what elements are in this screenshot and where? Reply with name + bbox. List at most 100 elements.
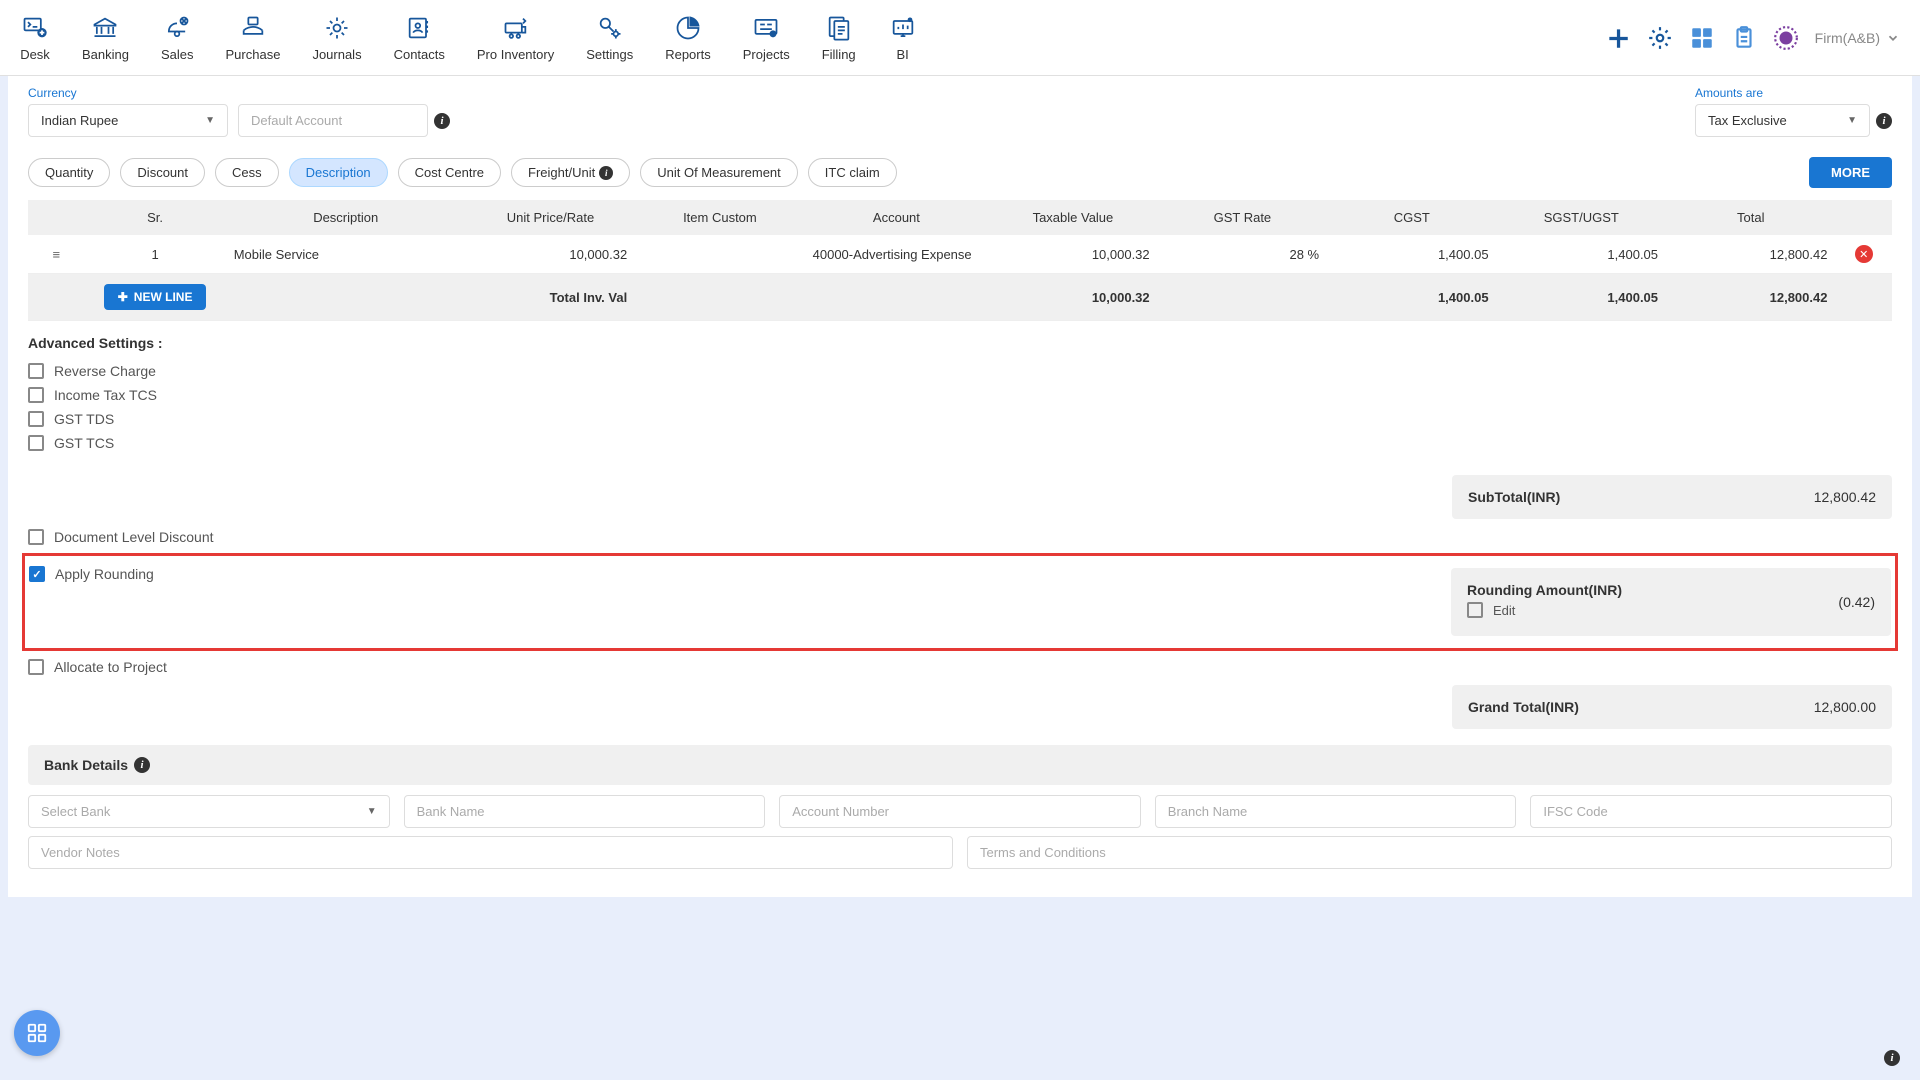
account-number-input[interactable]: Account Number <box>779 795 1141 828</box>
firm-selector[interactable]: Firm(A&B) <box>1815 30 1900 46</box>
info-icon[interactable]: i <box>134 757 150 773</box>
apps-float-button[interactable] <box>14 1010 60 1056</box>
check-doc-discount[interactable]: Document Level Discount <box>28 525 1892 549</box>
check-gst-tcs[interactable]: GST TCS <box>28 431 1892 455</box>
nav-label: Reports <box>665 47 711 62</box>
check-reverse-charge[interactable]: Reverse Charge <box>28 359 1892 383</box>
chip-uom[interactable]: Unit Of Measurement <box>640 158 798 187</box>
new-badge-icon[interactable] <box>1773 25 1799 51</box>
grand-total-label: Grand Total(INR) <box>1468 699 1579 715</box>
gear-icon[interactable] <box>1647 25 1673 51</box>
check-apply-rounding[interactable]: Apply Rounding <box>29 562 1431 586</box>
chip-itc[interactable]: ITC claim <box>808 158 897 187</box>
rounding-label: Rounding Amount(INR) <box>1467 582 1622 598</box>
cell-total[interactable]: 12,800.42 <box>1666 235 1835 274</box>
subtotal-label: SubTotal(INR) <box>1468 489 1560 505</box>
branch-name-input[interactable]: Branch Name <box>1155 795 1517 828</box>
th-item: Item Custom <box>635 200 804 235</box>
cell-unit[interactable]: 10,000.32 <box>466 235 635 274</box>
check-edit-rounding[interactable]: Edit <box>1467 598 1622 622</box>
nav-label: Pro Inventory <box>477 47 554 62</box>
vendor-notes-input[interactable]: Vendor Notes <box>28 836 953 869</box>
chip-quantity[interactable]: Quantity <box>28 158 110 187</box>
nav-label: Purchase <box>226 47 281 62</box>
contacts-icon <box>404 13 434 43</box>
cell-sgst[interactable]: 1,400.05 <box>1497 235 1666 274</box>
grand-total-value: 12,800.00 <box>1814 699 1876 715</box>
info-icon[interactable]: i <box>434 113 450 129</box>
nav-items: Desk Banking Sales Purchase Journals Con… <box>20 13 1605 62</box>
check-label: Income Tax TCS <box>54 387 157 403</box>
chips-row: Quantity Discount Cess Description Cost … <box>28 145 1892 200</box>
chevron-down-icon: ▼ <box>205 115 215 126</box>
th-unit: Unit Price/Rate <box>466 200 635 235</box>
nav-journals[interactable]: Journals <box>312 13 361 62</box>
check-allocate-project[interactable]: Allocate to Project <box>28 655 1892 679</box>
checkbox-icon <box>28 363 44 379</box>
amounts-select[interactable]: Tax Exclusive ▼ <box>1695 104 1870 137</box>
nav-bi[interactable]: BI <box>888 13 918 62</box>
nav-reports[interactable]: Reports <box>665 13 711 62</box>
select-bank[interactable]: Select Bank ▼ <box>28 795 390 828</box>
currency-value: Indian Rupee <box>41 113 118 128</box>
cell-sr[interactable]: 1 <box>84 235 225 274</box>
nav-label: Contacts <box>394 47 445 62</box>
th-sgst: SGST/UGST <box>1497 200 1666 235</box>
projects-icon <box>751 13 781 43</box>
select-bank-label: Select Bank <box>41 804 110 819</box>
currency-select[interactable]: Indian Rupee ▼ <box>28 104 228 137</box>
totals-total: 12,800.42 <box>1666 274 1835 321</box>
bank-name-input[interactable]: Bank Name <box>404 795 766 828</box>
nav-inventory[interactable]: Pro Inventory <box>477 13 554 62</box>
nav-projects[interactable]: Projects <box>743 13 790 62</box>
nav-sales[interactable]: Sales <box>161 13 194 62</box>
add-icon[interactable] <box>1605 25 1631 51</box>
terms-input[interactable]: Terms and Conditions <box>967 836 1892 869</box>
cell-account[interactable]: 40000-Advertising Expense <box>805 235 989 274</box>
info-icon[interactable]: i <box>1884 1050 1900 1066</box>
chip-freight[interactable]: Freight/Unit i <box>511 158 630 187</box>
calc-icon[interactable] <box>1689 25 1715 51</box>
chip-description[interactable]: Description <box>289 158 388 187</box>
nav-purchase[interactable]: Purchase <box>226 13 281 62</box>
default-account-input[interactable]: Default Account <box>238 104 428 137</box>
reports-icon <box>673 13 703 43</box>
cell-item[interactable] <box>635 235 804 274</box>
check-gst-tds[interactable]: GST TDS <box>28 407 1892 431</box>
chevron-down-icon: ▼ <box>367 806 377 817</box>
th-cgst: CGST <box>1327 200 1496 235</box>
check-income-tcs[interactable]: Income Tax TCS <box>28 383 1892 407</box>
nav-settings[interactable]: Settings <box>586 13 633 62</box>
cell-cgst[interactable]: 1,400.05 <box>1327 235 1496 274</box>
chip-cost-centre[interactable]: Cost Centre <box>398 158 501 187</box>
new-line-button[interactable]: ✚NEW LINE <box>104 284 207 310</box>
currency-label: Currency <box>28 86 228 100</box>
cell-taxable[interactable]: 10,000.32 <box>988 235 1157 274</box>
cell-desc[interactable]: Mobile Service <box>226 235 466 274</box>
bank-header-label: Bank Details <box>44 757 128 773</box>
remove-row-button[interactable]: ✕ <box>1855 245 1873 263</box>
th-gst: GST Rate <box>1158 200 1327 235</box>
th-desc: Description <box>226 200 466 235</box>
more-button[interactable]: MORE <box>1809 157 1892 188</box>
nav-desk[interactable]: Desk <box>20 13 50 62</box>
nav-contacts[interactable]: Contacts <box>394 13 445 62</box>
chip-discount[interactable]: Discount <box>120 158 205 187</box>
nav-filling[interactable]: Filling <box>822 13 856 62</box>
drag-handle-icon[interactable]: ≡ <box>52 247 60 262</box>
bank-icon <box>90 13 120 43</box>
rounding-value: (0.42) <box>1838 594 1875 610</box>
purchase-icon <box>238 13 268 43</box>
chip-cess[interactable]: Cess <box>215 158 279 187</box>
info-icon[interactable]: i <box>1876 113 1892 129</box>
cell-gst[interactable]: 28 % <box>1158 235 1327 274</box>
nav-banking[interactable]: Banking <box>82 13 129 62</box>
grid-icon <box>26 1022 48 1044</box>
subtotal-value: 12,800.42 <box>1814 489 1876 505</box>
bank-fields-row: Select Bank ▼ Bank Name Account Number Br… <box>28 795 1892 828</box>
notes-row: Vendor Notes Terms and Conditions <box>28 836 1892 869</box>
ifsc-input[interactable]: IFSC Code <box>1530 795 1892 828</box>
desk-icon <box>20 13 50 43</box>
checkbox-icon <box>28 387 44 403</box>
clipboard-icon[interactable] <box>1731 25 1757 51</box>
